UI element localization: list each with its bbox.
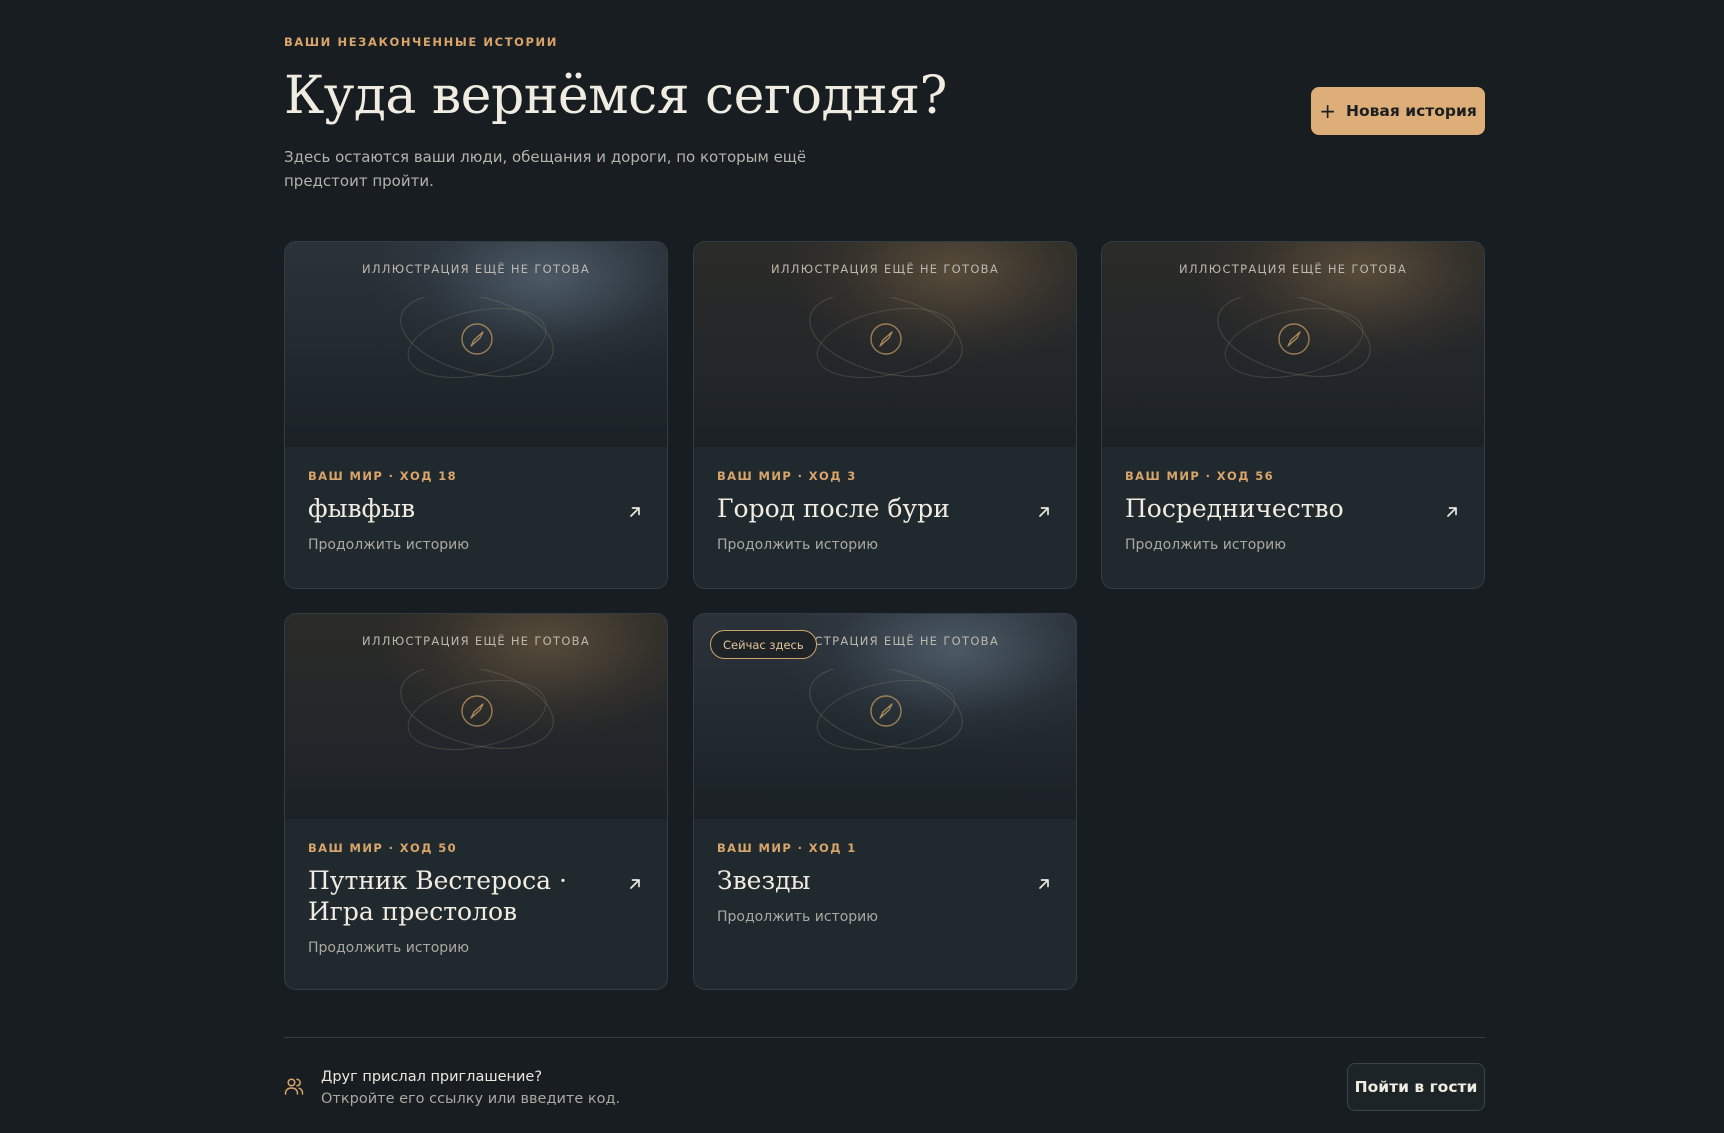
story-meta: ВАШ МИР · ХОД 56 bbox=[1125, 469, 1275, 483]
story-card[interactable]: ИЛЛЮСТРАЦИЯ ЕЩЁ НЕ ГОТОВА ВАШ МИР · ХОД … bbox=[284, 241, 668, 589]
compass-icon bbox=[1217, 297, 1371, 379]
users-icon bbox=[284, 1078, 304, 1095]
illustration-caption: ИЛЛЮСТРАЦИЯ ЕЩЁ НЕ ГОТОВА bbox=[770, 262, 1000, 276]
current-location-badge: Сейчас здесь bbox=[710, 630, 817, 659]
story-title: фывфыв bbox=[308, 494, 416, 523]
continue-story-link[interactable]: Продолжить историю bbox=[1125, 537, 1461, 553]
arrow-up-right-icon bbox=[1447, 507, 1457, 517]
story-title: Звезды bbox=[717, 866, 811, 895]
arrow-up-right-icon bbox=[1039, 879, 1049, 889]
story-illustration-placeholder: ИЛЛЮСТРАЦИЯ ЕЩЁ НЕ ГОТОВА bbox=[694, 242, 1076, 447]
story-illustration-placeholder: ИЛЛЮСТРАЦИЯ ЕЩЁ НЕ ГОТОВА bbox=[285, 614, 667, 819]
page-subtitle: Здесь остаются ваши люди, обещания и дор… bbox=[284, 148, 807, 190]
story-card[interactable]: ИЛЛЮСТРАЦИЯ ЕЩЁ НЕ ГОТОВА Сейчас здесь В… bbox=[693, 613, 1077, 990]
story-illustration-placeholder: ИЛЛЮСТРАЦИЯ ЕЩЁ НЕ ГОТОВА Сейчас здесь bbox=[694, 614, 1076, 819]
arrow-up-right-icon bbox=[630, 879, 640, 889]
join-as-guest-button[interactable]: Пойти в гости bbox=[1347, 1063, 1485, 1111]
illustration-caption: ИЛЛЮСТРАЦИЯ ЕЩЁ НЕ ГОТОВА bbox=[361, 262, 591, 276]
invite-title: Друг прислал приглашение? bbox=[321, 1069, 543, 1085]
plus-icon: + bbox=[1319, 99, 1336, 123]
compass-icon bbox=[400, 297, 554, 379]
story-illustration-placeholder: ИЛЛЮСТРАЦИЯ ЕЩЁ НЕ ГОТОВА bbox=[285, 242, 667, 447]
story-card[interactable]: ИЛЛЮСТРАЦИЯ ЕЩЁ НЕ ГОТОВА ВАШ МИР · ХОД … bbox=[1101, 241, 1485, 589]
compass-icon bbox=[809, 669, 963, 751]
compass-icon bbox=[809, 297, 963, 379]
story-title: Посредничество bbox=[1125, 494, 1344, 523]
invite-subtitle: Откройте его ссылку или введите код. bbox=[321, 1091, 621, 1107]
continue-story-link[interactable]: Продолжить историю bbox=[717, 909, 1053, 925]
story-illustration-placeholder: ИЛЛЮСТРАЦИЯ ЕЩЁ НЕ ГОТОВА bbox=[1102, 242, 1484, 447]
illustration-caption: ИЛЛЮСТРАЦИЯ ЕЩЁ НЕ ГОТОВА bbox=[361, 634, 591, 648]
story-card[interactable]: ИЛЛЮСТРАЦИЯ ЕЩЁ НЕ ГОТОВА ВАШ МИР · ХОД … bbox=[693, 241, 1077, 589]
continue-story-link[interactable]: Продолжить историю bbox=[308, 537, 644, 553]
arrow-up-right-icon bbox=[1039, 507, 1049, 517]
story-card[interactable]: ИЛЛЮСТРАЦИЯ ЕЩЁ НЕ ГОТОВА ВАШ МИР · ХОД … bbox=[284, 613, 668, 990]
story-meta: ВАШ МИР · ХОД 50 bbox=[308, 841, 458, 855]
story-meta: ВАШ МИР · ХОД 3 bbox=[717, 469, 857, 483]
new-story-button[interactable]: + Новая история bbox=[1311, 87, 1485, 135]
compass-icon bbox=[400, 669, 554, 751]
story-meta: ВАШ МИР · ХОД 18 bbox=[308, 469, 458, 483]
continue-story-link[interactable]: Продолжить историю bbox=[308, 940, 644, 956]
section-divider bbox=[284, 1037, 1485, 1038]
illustration-caption: ИЛЛЮСТРАЦИЯ ЕЩЁ НЕ ГОТОВА bbox=[1178, 262, 1408, 276]
story-title: Путник Вестероса · Игра престолов bbox=[308, 866, 567, 926]
story-meta: ВАШ МИР · ХОД 1 bbox=[717, 841, 857, 855]
new-story-label: Новая история bbox=[1345, 102, 1477, 120]
arrow-up-right-icon bbox=[630, 507, 640, 517]
page-title: Куда вернёмся сегодня? bbox=[284, 66, 947, 126]
section-eyebrow: ВАШИ НЕЗАКОНЧЕННЫЕ ИСТОРИИ bbox=[284, 35, 558, 49]
continue-story-link[interactable]: Продолжить историю bbox=[717, 537, 1053, 553]
story-title: Город после бури bbox=[717, 494, 950, 523]
